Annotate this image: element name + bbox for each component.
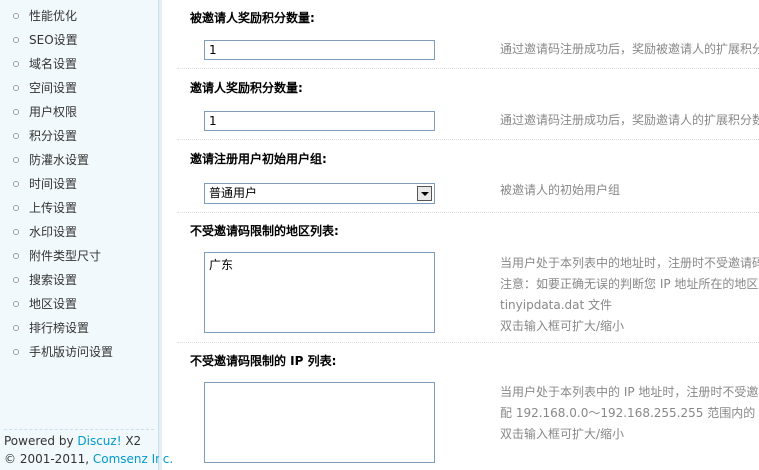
powered-by-line: Powered by Discuz! X2 <box>4 432 164 450</box>
area-whitelist-textarea[interactable]: 广东 <box>204 252 435 333</box>
footer-divider <box>4 429 154 430</box>
area-whitelist-label: 不受邀请码限制的地区列表: <box>190 224 339 238</box>
bullet-icon <box>13 133 19 139</box>
sidebar-item-performance[interactable]: 性能优化 <box>0 4 158 28</box>
hint-line: tinyipdata.dat 文件 <box>500 298 613 312</box>
sidebar-item-antispam[interactable]: 防灌水设置 <box>0 148 158 172</box>
inviter-reward-hint: 通过邀请码注册成功后，奖励邀请人的扩展积分数 <box>500 113 759 127</box>
sidebar-item-search[interactable]: 搜索设置 <box>0 268 158 292</box>
bullet-icon <box>13 349 19 355</box>
sidebar-item-label: 附件类型尺寸 <box>29 249 102 263</box>
sidebar-item-label: 手机版访问设置 <box>29 345 114 359</box>
row-divider <box>177 68 759 69</box>
bullet-icon <box>13 253 19 259</box>
sidebar-item-label: 用户权限 <box>29 105 78 119</box>
invitee-reward-label: 被邀请人奖励积分数量: <box>190 11 315 25</box>
row-divider <box>177 342 759 343</box>
copyright-line: © 2001-2011, Comsenz Inc. <box>4 450 173 468</box>
sidebar-menu: 性能优化 SEO设置 域名设置 空间设置 用户权限 积分设置 防灌水设置 时间设… <box>0 4 158 364</box>
bullet-icon <box>13 13 19 19</box>
ip-whitelist-textarea[interactable] <box>204 382 435 463</box>
hint-line: 双击输入框可扩大/缩小 <box>500 319 625 333</box>
bullet-icon <box>13 277 19 283</box>
powered-by-text: Powered by <box>4 434 78 448</box>
initial-group-label: 邀请注册用户初始用户组: <box>190 152 327 166</box>
hint-line: 配 192.168.0.0～192.168.255.255 范围内的 <box>500 406 756 420</box>
sidebar-item-time[interactable]: 时间设置 <box>0 172 158 196</box>
sidebar-item-watermark[interactable]: 水印设置 <box>0 220 158 244</box>
bullet-icon <box>13 109 19 115</box>
sidebar-item-seo[interactable]: SEO设置 <box>0 28 158 52</box>
initial-group-select[interactable]: 普通用户 <box>204 183 435 204</box>
sidebar-item-domain[interactable]: 域名设置 <box>0 52 158 76</box>
bullet-icon <box>13 229 19 235</box>
bullet-icon <box>13 205 19 211</box>
bullet-icon <box>13 85 19 91</box>
comsenz-link[interactable]: Comsenz Inc. <box>93 452 173 466</box>
inviter-reward-input[interactable] <box>204 111 435 131</box>
version-text: X2 <box>121 434 142 448</box>
sidebar-item-label: SEO设置 <box>29 33 78 47</box>
copyright-text: © 2001-2011, <box>4 452 93 466</box>
discuz-link[interactable]: Discuz! <box>77 434 121 448</box>
sidebar-item-label: 积分设置 <box>29 129 78 143</box>
sidebar-item-label: 性能优化 <box>29 9 78 23</box>
sidebar-item-label: 防灌水设置 <box>29 153 90 167</box>
sidebar-item-region[interactable]: 地区设置 <box>0 292 158 316</box>
settings-panel: 被邀请人奖励积分数量: 通过邀请码注册成功后，奖励被邀请人的扩展积分 邀请人奖励… <box>163 0 759 470</box>
hint-line: 双击输入框可扩大/缩小 <box>500 427 625 441</box>
sidebar-item-label: 域名设置 <box>29 57 78 71</box>
initial-group-selected: 普通用户 <box>209 186 258 200</box>
hint-line: 当用户处于本列表中的 IP 地址时，注册时不受邀 <box>500 385 759 399</box>
sidebar-item-ranking[interactable]: 排行榜设置 <box>0 316 158 340</box>
initial-group-hint: 被邀请人的初始用户组 <box>500 183 621 197</box>
invitee-reward-input[interactable] <box>204 40 435 60</box>
sidebar-item-label: 空间设置 <box>29 81 78 95</box>
sidebar-item-label: 排行榜设置 <box>29 321 90 335</box>
bullet-icon <box>13 37 19 43</box>
sidebar-item-space[interactable]: 空间设置 <box>0 76 158 100</box>
chevron-down-icon[interactable] <box>417 186 432 201</box>
copyright-footer: Powered by Discuz! X2 © 2001-2011, Comse… <box>4 429 173 468</box>
row-divider <box>177 139 759 140</box>
inviter-reward-label: 邀请人奖励积分数量: <box>190 81 303 95</box>
sidebar-item-label: 时间设置 <box>29 177 78 191</box>
ip-whitelist-label: 不受邀请码限制的 IP 列表: <box>190 354 337 368</box>
sidebar: 性能优化 SEO设置 域名设置 空间设置 用户权限 积分设置 防灌水设置 时间设… <box>0 0 173 470</box>
bullet-icon <box>13 61 19 67</box>
sidebar-item-attachment-types[interactable]: 附件类型尺寸 <box>0 244 158 268</box>
bullet-icon <box>13 301 19 307</box>
sidebar-item-credits[interactable]: 积分设置 <box>0 124 158 148</box>
hint-line: 当用户处于本列表中的地址时，注册时不受邀请码 <box>500 256 759 270</box>
sidebar-item-permissions[interactable]: 用户权限 <box>0 100 158 124</box>
sidebar-item-label: 搜索设置 <box>29 273 78 287</box>
sidebar-item-label: 地区设置 <box>29 297 78 311</box>
bullet-icon <box>13 157 19 163</box>
ip-whitelist-hint: 当用户处于本列表中的 IP 地址时，注册时不受邀 配 192.168.0.0～1… <box>500 382 758 445</box>
invitee-reward-hint: 通过邀请码注册成功后，奖励被邀请人的扩展积分 <box>500 42 759 56</box>
hint-line: 注意：如要正确无误的判断您 IP 地址所在的地区 <box>500 277 759 291</box>
sidebar-item-label: 上传设置 <box>29 201 78 215</box>
bullet-icon <box>13 325 19 331</box>
sidebar-item-mobile[interactable]: 手机版访问设置 <box>0 340 158 364</box>
sidebar-item-upload[interactable]: 上传设置 <box>0 196 158 220</box>
row-divider <box>177 212 759 213</box>
area-whitelist-hint: 当用户处于本列表中的地址时，注册时不受邀请码 注意：如要正确无误的判断您 IP … <box>500 253 759 337</box>
bullet-icon <box>13 181 19 187</box>
sidebar-item-label: 水印设置 <box>29 225 78 239</box>
